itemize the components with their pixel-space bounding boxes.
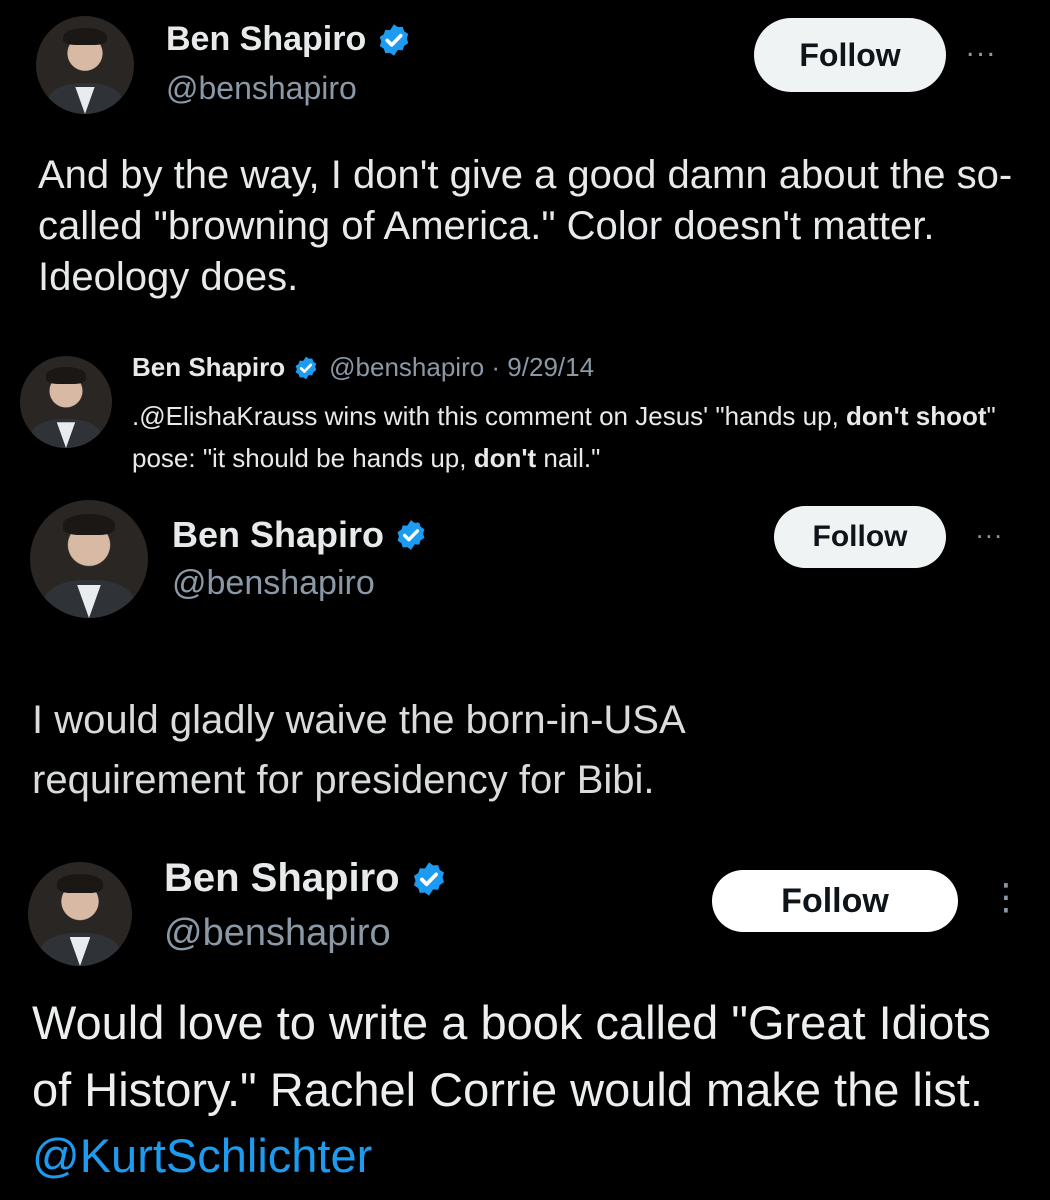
- avatar[interactable]: [30, 500, 148, 618]
- follow-button[interactable]: Follow: [754, 18, 946, 92]
- author-name-text[interactable]: Ben Shapiro: [172, 514, 384, 556]
- tweet-text-part: [909, 401, 916, 431]
- tweet-text-part: .@ElishaKrauss wins with this comment on…: [132, 401, 847, 431]
- follow-button[interactable]: Follow: [774, 506, 946, 568]
- verified-badge-icon: [413, 861, 444, 896]
- author-handle-date[interactable]: @benshapiro · 9/29/14: [329, 352, 594, 383]
- tweet-text: And by the way, I don't give a good damn…: [38, 153, 1013, 300]
- author-name-text[interactable]: Ben Shapiro: [166, 20, 366, 59]
- more-options-icon[interactable]: ...: [976, 514, 1004, 545]
- tweet-text-bold: shoot: [915, 401, 987, 431]
- verified-badge-icon: [397, 520, 425, 550]
- avatar[interactable]: [36, 16, 134, 114]
- avatar[interactable]: [28, 862, 132, 966]
- tweet-text-bold: don't: [846, 401, 909, 431]
- author-name[interactable]: Ben Shapiro @benshapiro · 9/29/14: [132, 352, 594, 383]
- more-options-icon[interactable]: ...: [966, 30, 997, 64]
- tweet-text: .@ElishaKrauss wins with this comment on…: [132, 396, 1042, 479]
- tweet-text-body: Would love to write a book called "Great…: [32, 996, 991, 1116]
- tweet-text-bold: don't: [473, 442, 537, 473]
- tweet-text: I would gladly waive the born-in-USA req…: [32, 698, 684, 802]
- verified-badge-icon: [380, 23, 409, 56]
- author-name[interactable]: Ben Shapiro: [166, 20, 412, 59]
- avatar[interactable]: [20, 356, 112, 448]
- author-handle[interactable]: @benshapiro: [164, 912, 391, 955]
- author-name[interactable]: Ben Shapiro: [164, 856, 448, 901]
- follow-button[interactable]: Follow: [712, 870, 958, 932]
- author-name-text[interactable]: Ben Shapiro: [132, 352, 285, 383]
- tweet-text: Would love to write a book called "Great…: [32, 990, 1032, 1190]
- verified-badge-icon: [295, 356, 317, 379]
- mention-link[interactable]: @KurtSchlichter: [32, 1129, 372, 1182]
- author-handle[interactable]: @benshapiro: [166, 70, 357, 107]
- tweet-text-part: nail.": [536, 442, 601, 473]
- author-name-text[interactable]: Ben Shapiro: [164, 856, 400, 901]
- author-handle[interactable]: @benshapiro: [172, 564, 375, 603]
- more-options-icon[interactable]: ⋮: [988, 876, 1024, 918]
- author-name[interactable]: Ben Shapiro: [172, 514, 428, 556]
